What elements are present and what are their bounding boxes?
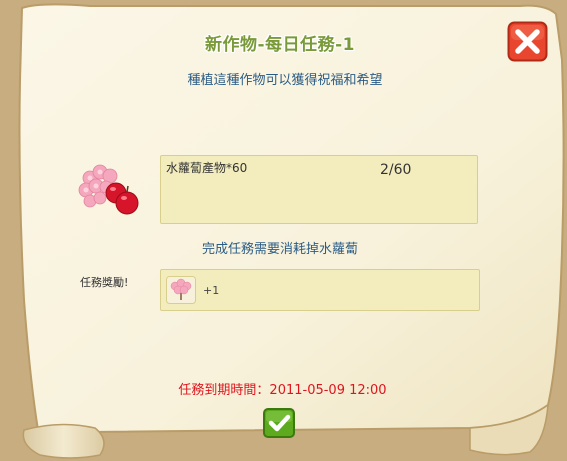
requirement-note: 完成任務需要消耗掉水蘿蔔 [201, 242, 358, 257]
requirement-progress: 2/60 [380, 162, 412, 178]
checkmark-icon [263, 408, 295, 438]
expiry-label: 任務到期時間： [178, 383, 270, 398]
reward-box: +1 [160, 269, 480, 311]
requirement-box: 水蘿蔔產物*60 2/60 [160, 155, 478, 224]
requirement-item: 水蘿蔔產物*60 [166, 161, 248, 175]
cherry-blossom-apple-icon [76, 160, 142, 222]
expiry-datetime: 2011-05-09 12:00 [269, 383, 387, 398]
reward-quantity: +1 [203, 284, 220, 297]
dialog-subtitle: 種植這種作物可以獲得祝福和希望 [187, 73, 383, 88]
close-button[interactable] [507, 21, 548, 62]
confirm-button[interactable] [263, 408, 295, 438]
dialog-title: 新作物-每日任務-1 [205, 35, 355, 55]
reward-label: 任務獎勵! [80, 276, 129, 289]
close-icon [507, 21, 548, 62]
expiry-text: 任務到期時間：2011-05-09 12:00 [165, 379, 400, 398]
cherry-blossom-icon [166, 276, 196, 304]
